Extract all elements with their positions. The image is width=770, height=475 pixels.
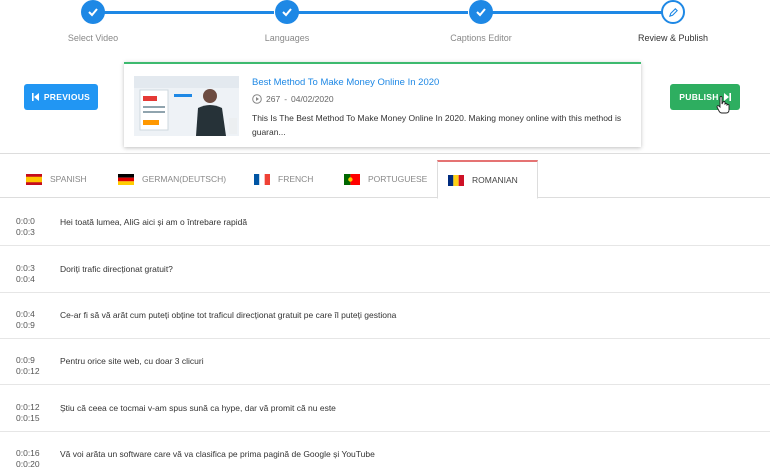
step-connector <box>492 11 662 14</box>
step-connector <box>104 11 274 14</box>
caption-start-time: 0:0:0 <box>16 216 35 226</box>
step-captions-editor[interactable] <box>469 0 493 24</box>
video-meta: 267 - 04/02/2020 <box>252 94 334 104</box>
pencil-icon <box>668 7 678 17</box>
caption-timestamps: 0:0:16 0:0:20 <box>16 448 40 470</box>
caption-end-time: 0:0:15 <box>16 413 40 423</box>
caption-text[interactable]: Hei toată lumea, AliG aici și am o între… <box>60 217 247 227</box>
caption-row[interactable]: 0:0:4 0:0:9 Ce-ar fi să vă arăt cum pute… <box>0 293 770 339</box>
check-icon <box>282 8 292 17</box>
video-card[interactable]: Best Method To Make Money Online In 2020… <box>124 62 641 147</box>
check-icon <box>88 8 98 17</box>
caption-start-time: 0:0:16 <box>16 448 40 458</box>
caption-text[interactable]: Ce-ar fi să vă arăt cum puteți obține to… <box>60 310 396 320</box>
step-languages[interactable] <box>275 0 299 24</box>
publish-date: 04/02/2020 <box>291 94 334 104</box>
caption-row[interactable]: 0:0:16 0:0:20 Vă voi arăta un software c… <box>0 432 770 475</box>
section-divider <box>0 153 770 154</box>
caption-start-time: 0:0:3 <box>16 263 35 273</box>
caption-end-time: 0:0:9 <box>16 320 35 330</box>
meta-separator: - <box>284 94 288 104</box>
caption-text[interactable]: Pentru orice site web, cu doar 3 clicuri <box>60 356 204 366</box>
caption-row[interactable]: 0:0:12 0:0:15 Știu că ceea ce tocmai v-a… <box>0 386 770 432</box>
caption-end-time: 0:0:20 <box>16 459 40 469</box>
tab-label: GERMAN(DEUTSCH) <box>142 174 227 184</box>
romania-flag-icon <box>448 174 464 186</box>
step-label: Captions Editor <box>450 33 512 43</box>
tab-label: ROMANIAN <box>472 175 518 185</box>
caption-row[interactable]: 0:0:9 0:0:12 Pentru orice site web, cu d… <box>0 339 770 385</box>
tab-label: FRENCH <box>278 174 314 184</box>
portugal-flag-icon <box>344 173 360 185</box>
tab-french[interactable]: FRENCH <box>244 160 328 198</box>
tab-german[interactable]: GERMAN(DEUTSCH) <box>108 160 238 198</box>
step-connector <box>298 11 468 14</box>
tab-label: PORTUGUESE <box>368 174 428 184</box>
step-label: Review & Publish <box>637 33 709 43</box>
tab-romanian[interactable]: ROMANIAN <box>437 160 538 199</box>
caption-start-time: 0:0:12 <box>16 402 40 412</box>
caption-start-time: 0:0:4 <box>16 309 35 319</box>
play-circle-icon <box>252 94 262 104</box>
caption-timestamps: 0:0:3 0:0:4 <box>16 263 35 285</box>
caption-end-time: 0:0:4 <box>16 274 35 284</box>
step-label: Select Video <box>67 33 119 43</box>
caption-text[interactable]: Vă voi arăta un software care vă va clas… <box>60 449 375 459</box>
caption-timestamps: 0:0:9 0:0:12 <box>16 355 40 377</box>
tab-portuguese[interactable]: PORTUGUESE <box>334 160 438 198</box>
hand-cursor-icon <box>716 96 730 114</box>
video-thumbnail[interactable] <box>134 76 239 136</box>
caption-text[interactable]: Știu că ceea ce tocmai v-am spus sună ca… <box>60 403 336 413</box>
caption-end-time: 0:0:3 <box>16 227 35 237</box>
thumbnail-image <box>134 76 239 136</box>
language-tabs: SPANISH GERMAN(DEUTSCH) FRENCH PORTUGUES… <box>0 160 770 199</box>
caption-timestamps: 0:0:0 0:0:3 <box>16 216 35 238</box>
previous-button[interactable]: PREVIOUS <box>24 84 98 110</box>
caption-row[interactable]: 0:0:0 0:0:3 Hei toată lumea, AliG aici ș… <box>0 200 770 246</box>
check-icon <box>476 8 486 17</box>
caption-timestamps: 0:0:4 0:0:9 <box>16 309 35 331</box>
caption-text[interactable]: Doriți trafic direcționat gratuit? <box>60 264 173 274</box>
caption-end-time: 0:0:12 <box>16 366 40 376</box>
view-count: 267 <box>266 94 281 104</box>
publish-button-label: PUBLISH <box>679 92 719 102</box>
tab-label: SPANISH <box>50 174 87 184</box>
video-description: This Is The Best Method To Make Money On… <box>252 113 622 137</box>
previous-button-label: PREVIOUS <box>43 92 91 102</box>
tab-spanish[interactable]: SPANISH <box>16 160 106 198</box>
germany-flag-icon <box>118 173 134 185</box>
step-review-publish[interactable] <box>661 0 685 24</box>
progress-stepper: Select Video Languages Captions Editor R… <box>0 0 770 60</box>
caption-row[interactable]: 0:0:3 0:0:4 Doriți trafic direcționat gr… <box>0 247 770 293</box>
skip-back-icon <box>31 93 39 101</box>
caption-timestamps: 0:0:12 0:0:15 <box>16 402 40 424</box>
caption-start-time: 0:0:9 <box>16 355 35 365</box>
step-select-video[interactable] <box>81 0 105 24</box>
step-label: Languages <box>264 33 310 43</box>
video-title[interactable]: Best Method To Make Money Online In 2020 <box>252 77 439 88</box>
france-flag-icon <box>254 173 270 185</box>
spain-flag-icon <box>26 173 42 185</box>
